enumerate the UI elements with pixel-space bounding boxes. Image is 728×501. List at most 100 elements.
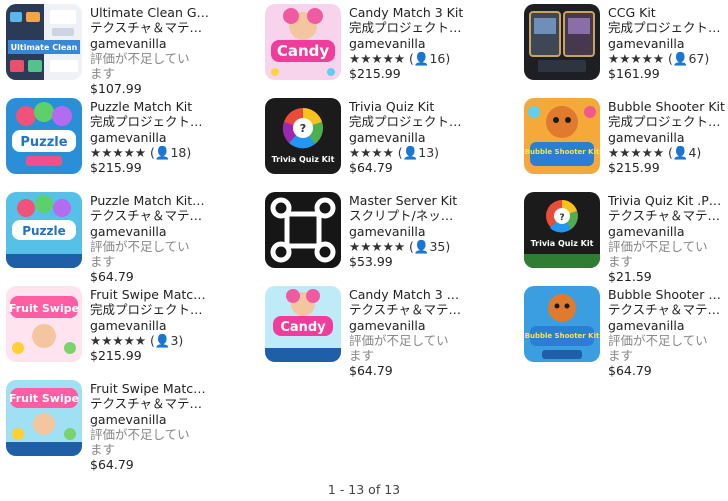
ccg-kit-thumbnail [524, 4, 600, 80]
product-thumbnail[interactable]: Puzzle [6, 98, 82, 174]
product-title[interactable]: Puzzle Match Kit [90, 99, 250, 114]
product-thumbnail[interactable] [265, 192, 341, 268]
product-publisher[interactable]: gamevanilla [608, 130, 728, 145]
product-publisher[interactable]: gamevanilla [90, 130, 250, 145]
svg-text:Candy: Candy [277, 42, 330, 60]
product-category[interactable]: 完成プロジェクト… [349, 114, 509, 129]
product-card[interactable]: CCG Kit 完成プロジェクト… gamevanilla ★★★★★ (👤67… [518, 0, 728, 92]
product-publisher[interactable]: gamevanilla [349, 224, 509, 239]
product-thumbnail[interactable]: Bubble Shooter Kit [524, 98, 600, 174]
product-thumbnail[interactable]: Fruit Swipe [6, 286, 82, 362]
product-publisher[interactable]: gamevanilla [349, 130, 509, 145]
product-title[interactable]: Bubble Shooter … [608, 287, 728, 302]
product-title[interactable]: Master Server Kit [349, 193, 509, 208]
svg-text:?: ? [300, 122, 306, 135]
candy-match-psd-thumbnail: Candy [265, 286, 341, 362]
product-info: Candy Match 3 … テクスチャ＆マテ… gamevanilla 評価… [349, 287, 509, 379]
product-card[interactable]: Puzzle Puzzle Match Kit 完成プロジェクト… gameva… [0, 94, 250, 186]
product-category[interactable]: 完成プロジェクト… [90, 114, 250, 129]
product-info: Puzzle Match Kit… テクスチャ＆マテ… gamevanilla … [90, 193, 250, 285]
product-card[interactable]: Candy Candy Match 3 … テクスチャ＆マテ… gamevani… [259, 282, 509, 378]
product-title[interactable]: Fruit Swipe Matc… [90, 287, 250, 302]
product-card[interactable]: Candy Candy Match 3 Kit 完成プロジェクト… gameva… [259, 0, 509, 92]
bubble-shooter-psd-thumbnail: Bubble Shooter Kit [524, 286, 600, 362]
product-thumbnail[interactable]: ? Trivia Quiz Kit [524, 192, 600, 268]
product-publisher[interactable]: gamevanilla [608, 36, 728, 51]
product-category[interactable]: テクスチャ＆マテ… [608, 208, 728, 223]
product-category[interactable]: 完成プロジェクト… [90, 302, 250, 317]
product-thumbnail[interactable]: ? Trivia Quiz Kit [265, 98, 341, 174]
product-category[interactable]: 完成プロジェクト… [349, 20, 509, 35]
product-card[interactable]: Puzzle Puzzle Match Kit… テクスチャ＆マテ… gamev… [0, 188, 250, 284]
product-info: Fruit Swipe Matc… テクスチャ＆マテ… gamevanilla … [90, 381, 250, 473]
product-card[interactable]: Bubble Shooter Kit Bubble Shooter … テクスチ… [518, 282, 728, 378]
product-title[interactable]: Candy Match 3 Kit [349, 5, 509, 20]
svg-text:Trivia Quiz Kit: Trivia Quiz Kit [272, 155, 335, 164]
product-thumbnail[interactable]: Candy [265, 4, 341, 80]
product-publisher[interactable]: gamevanilla [90, 36, 250, 51]
svg-text:Trivia Quiz Kit: Trivia Quiz Kit [531, 239, 594, 248]
product-price: $64.79 [90, 457, 134, 473]
product-title[interactable]: Trivia Quiz Kit [349, 99, 509, 114]
product-title[interactable]: Candy Match 3 … [349, 287, 509, 302]
product-price: $215.99 [90, 160, 142, 176]
product-thumbnail[interactable]: Fruit Swipe [6, 380, 82, 456]
product-card[interactable]: Fruit Swipe Fruit Swipe Matc… 完成プロジェクト… … [0, 282, 250, 374]
product-publisher[interactable]: gamevanilla [349, 318, 509, 333]
product-title[interactable]: Trivia Quiz Kit .P… [608, 193, 728, 208]
product-rating: ★★★★ (👤13) [349, 144, 440, 160]
product-publisher[interactable]: gamevanilla [90, 318, 250, 333]
product-thumbnail[interactable]: Puzzle [6, 192, 82, 268]
product-title[interactable]: Puzzle Match Kit… [90, 193, 250, 208]
product-thumbnail[interactable]: Candy [265, 286, 341, 362]
svg-text:Candy: Candy [280, 320, 326, 335]
no-rating-text: 評価が不足しています [608, 332, 708, 364]
svg-text:Fruit Swipe: Fruit Swipe [9, 392, 79, 405]
product-card[interactable]: Bubble Shooter Kit Bubble Shooter Kit 完成… [518, 94, 728, 186]
product-category[interactable]: テクスチャ＆マテ… [608, 302, 728, 317]
product-thumbnail[interactable]: Bubble Shooter Kit [524, 286, 600, 362]
no-rating-text: 評価が不足しています [90, 50, 190, 82]
product-category[interactable]: テクスチャ＆マテ… [90, 20, 250, 35]
product-card[interactable]: ? Trivia Quiz Kit Trivia Quiz Kit .P… テク… [518, 188, 728, 284]
product-category[interactable]: テクスチャ＆マテ… [90, 208, 250, 223]
product-category[interactable]: 完成プロジェクト… [608, 114, 728, 129]
product-publisher[interactable]: gamevanilla [608, 318, 728, 333]
product-card[interactable]: ? Trivia Quiz Kit Trivia Quiz Kit 完成プロジェ… [259, 94, 509, 186]
product-thumbnail[interactable]: Ultimate Clean [6, 4, 82, 80]
svg-text:Puzzle: Puzzle [20, 135, 67, 150]
product-rating: ★★★★★ (👤18) [90, 144, 192, 160]
trivia-quiz-psd-thumbnail: ? Trivia Quiz Kit [524, 192, 600, 268]
product-price: $215.99 [349, 66, 401, 82]
svg-text:Fruit Swipe: Fruit Swipe [9, 302, 79, 315]
product-title[interactable]: CCG Kit [608, 5, 728, 20]
product-card[interactable]: Fruit Swipe Fruit Swipe Matc… テクスチャ＆マテ… … [0, 376, 250, 472]
product-publisher[interactable]: gamevanilla [608, 224, 728, 239]
product-price: $64.79 [608, 363, 652, 379]
trivia-quiz-thumbnail: ? Trivia Quiz Kit [265, 98, 341, 174]
no-rating-text: 評価が不足しています [349, 332, 449, 364]
product-card[interactable]: Ultimate Clean Ultimate Clean G… テクスチャ＆マ… [0, 0, 250, 96]
product-title[interactable]: Fruit Swipe Matc… [90, 381, 250, 396]
product-category[interactable]: テクスチャ＆マテ… [349, 302, 509, 317]
product-price: $215.99 [90, 348, 142, 364]
product-publisher[interactable]: gamevanilla [349, 36, 509, 51]
product-info: Fruit Swipe Matc… 完成プロジェクト… gamevanilla … [90, 287, 250, 363]
product-title[interactable]: Bubble Shooter Kit [608, 99, 728, 114]
product-price: $53.99 [349, 254, 393, 270]
product-info: Trivia Quiz Kit 完成プロジェクト… gamevanilla ★★… [349, 99, 509, 175]
product-rating: ★★★★★ (👤16) [349, 50, 451, 66]
svg-text:Bubble Shooter Kit: Bubble Shooter Kit [525, 148, 600, 156]
product-publisher[interactable]: gamevanilla [90, 412, 250, 427]
product-info: Master Server Kit スクリプト/ネッ… gamevanilla … [349, 193, 509, 269]
product-category[interactable]: スクリプト/ネッ… [349, 208, 509, 223]
product-category[interactable]: 完成プロジェクト… [608, 20, 728, 35]
no-rating-text: 評価が不足しています [90, 426, 190, 458]
product-card[interactable]: Master Server Kit スクリプト/ネッ… gamevanilla … [259, 188, 509, 280]
product-thumbnail[interactable] [524, 4, 600, 80]
product-publisher[interactable]: gamevanilla [90, 224, 250, 239]
svg-text:?: ? [559, 213, 564, 223]
product-category[interactable]: テクスチャ＆マテ… [90, 396, 250, 411]
product-title[interactable]: Ultimate Clean G… [90, 5, 250, 20]
product-rating: ★★★★★ (👤35) [349, 238, 451, 254]
